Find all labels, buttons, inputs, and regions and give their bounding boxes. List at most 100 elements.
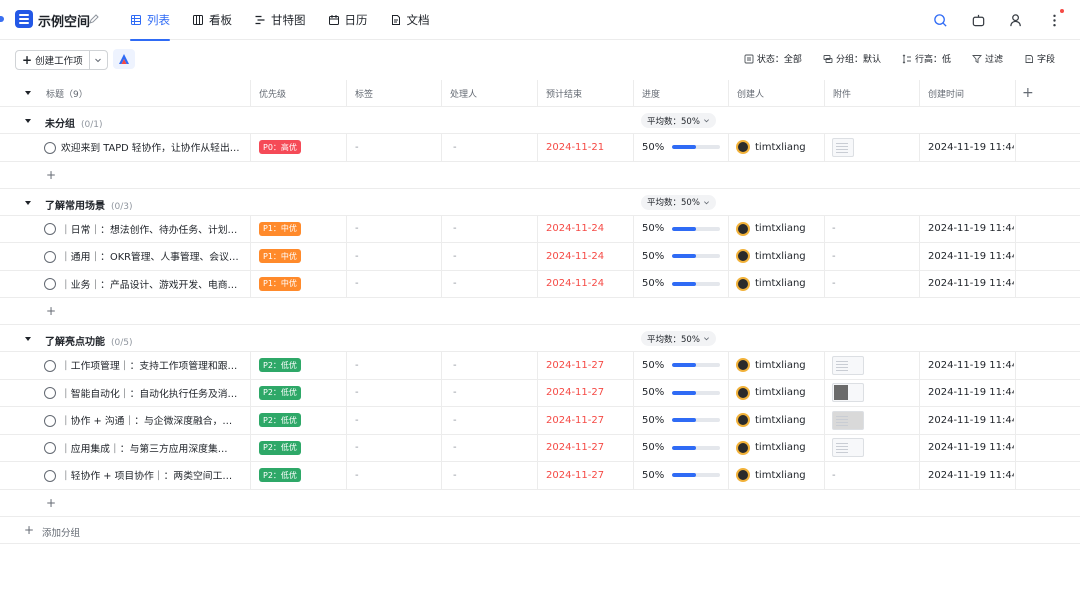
add-item-plus-icon[interactable]: + <box>46 168 56 182</box>
attachments-cell[interactable] <box>832 407 917 434</box>
table-row[interactable]: ｜智能自动化｜：自动化执行任务及消… P2：低优 - - 2024-11-27 50% ti… <box>0 379 1080 407</box>
creator-cell[interactable]: timtxliang <box>736 134 822 161</box>
due-date-cell[interactable]: 2024-11-27 <box>546 462 631 489</box>
progress-cell[interactable]: 50% <box>642 216 726 243</box>
column-assignee-header[interactable]: 处理人 <box>441 80 537 106</box>
attachments-cell[interactable]: - <box>832 216 917 243</box>
due-date-cell[interactable]: 2024-11-27 <box>546 352 631 379</box>
table-row[interactable]: ｜工作项管理｜：支持工作项管理和跟… P2：低优 - - 2024-11-27 50% ti… <box>0 352 1080 380</box>
table-row[interactable]: ｜通用｜：OKR管理、人事管理、会议… P1：中优 - - 2024-11-24 50% t… <box>0 243 1080 271</box>
due-date-cell[interactable]: 2024-11-27 <box>546 435 631 462</box>
add-item-row[interactable]: + <box>0 490 1080 517</box>
title-cell[interactable]: ｜日常｜：想法创作、待办任务、计划… <box>61 216 245 243</box>
attachments-cell[interactable]: - <box>832 462 917 489</box>
group-header[interactable]: 了解常用场景 (0/3) 平均数：50% <box>0 189 1080 216</box>
tags-cell[interactable]: - <box>355 134 435 161</box>
tags-cell[interactable]: - <box>355 352 435 379</box>
title-cell[interactable]: ｜业务｜：产品设计、游戏开发、电商… <box>61 271 245 298</box>
complete-checkbox[interactable] <box>44 223 56 235</box>
tags-cell[interactable]: - <box>355 435 435 462</box>
add-item-plus-icon[interactable]: + <box>46 496 56 510</box>
creator-cell[interactable]: timtxliang <box>736 271 822 298</box>
tab-calendar[interactable]: 日历 <box>320 0 376 40</box>
due-date-cell[interactable]: 2024-11-27 <box>546 380 631 407</box>
attachment-thumbnail[interactable] <box>832 137 854 157</box>
column-created-header[interactable]: 创建时间 <box>919 80 1015 106</box>
column-attachments-header[interactable]: 附件 <box>824 80 919 106</box>
title-cell[interactable]: ｜应用集成｜：与第三方应用深度集… <box>61 435 245 462</box>
table-row[interactable]: ｜轻协作 + 项目协作｜：两类空间工… P2：低优 - - 2024-11-27 50% t… <box>0 462 1080 490</box>
ai-create-button[interactable] <box>113 49 135 69</box>
tags-cell[interactable]: - <box>355 216 435 243</box>
column-title-header[interactable]: 标题（9） <box>37 80 250 106</box>
column-progress-header[interactable]: 进度 <box>633 80 728 106</box>
complete-checkbox[interactable] <box>44 278 56 290</box>
progress-cell[interactable]: 50% <box>642 462 726 489</box>
creator-cell[interactable]: timtxliang <box>736 407 822 434</box>
group-average-chip[interactable]: 平均数：50% <box>641 331 716 346</box>
priority-cell[interactable]: P1：中优 <box>259 243 344 270</box>
add-item-row[interactable]: + <box>0 298 1080 325</box>
table-row[interactable]: 欢迎来到 TAPD 轻协作，让协作从轻出… P0：高优 - - 2024-11-21 50… <box>0 134 1080 162</box>
priority-cell[interactable]: P0：高优 <box>259 134 344 161</box>
tab-docs[interactable]: 文档 <box>382 0 438 40</box>
progress-cell[interactable]: 50% <box>642 134 726 161</box>
attachment-thumbnail[interactable] <box>832 355 864 375</box>
complete-checkbox[interactable] <box>44 414 56 427</box>
creator-cell[interactable]: timtxliang <box>736 216 822 243</box>
attachments-cell[interactable] <box>832 352 917 379</box>
progress-cell[interactable]: 50% <box>642 271 726 298</box>
more-menu-button[interactable] <box>1042 8 1066 32</box>
tab-gantt[interactable]: 甘特图 <box>246 0 314 40</box>
status-filter-button[interactable]: 状态：全部 <box>744 52 802 65</box>
tags-cell[interactable]: - <box>355 380 435 407</box>
progress-cell[interactable]: 50% <box>642 380 726 407</box>
table-row[interactable]: ｜协作 + 沟通｜：与企微深度融合，… P2：低优 - - 2024-11-27 50% t… <box>0 407 1080 435</box>
tags-cell[interactable]: - <box>355 407 435 434</box>
assignee-cell[interactable]: - <box>453 216 533 243</box>
priority-cell[interactable]: P2：低优 <box>259 352 344 379</box>
assignee-cell[interactable]: - <box>453 243 533 270</box>
table-row[interactable]: ｜日常｜：想法创作、待办任务、计划… P1：中优 - - 2024-11-24 50% ti… <box>0 215 1080 243</box>
tags-cell[interactable]: - <box>355 243 435 270</box>
complete-checkbox[interactable] <box>44 141 56 154</box>
title-cell[interactable]: 欢迎来到 TAPD 轻协作，让协作从轻出… <box>61 134 245 161</box>
progress-cell[interactable]: 50% <box>642 243 726 270</box>
tab-board[interactable]: 看板 <box>184 0 240 40</box>
complete-checkbox[interactable] <box>44 469 56 482</box>
assignee-cell[interactable]: - <box>453 462 533 489</box>
attachments-cell[interactable]: - <box>832 243 917 270</box>
creator-cell[interactable]: timtxliang <box>736 462 822 489</box>
progress-cell[interactable]: 50% <box>642 435 726 462</box>
assignee-cell[interactable]: - <box>453 435 533 462</box>
column-tags-header[interactable]: 标签 <box>346 80 441 106</box>
row-height-button[interactable]: 行高：低 <box>902 52 951 65</box>
complete-checkbox[interactable] <box>44 442 56 454</box>
table-row[interactable]: ｜业务｜：产品设计、游戏开发、电商… P1：中优 - - 2024-11-24 50% ti… <box>0 270 1080 298</box>
edit-pencil-icon[interactable] <box>88 13 100 25</box>
due-date-cell[interactable]: 2024-11-21 <box>546 134 631 161</box>
attachment-thumbnail[interactable] <box>832 438 864 458</box>
title-cell[interactable]: ｜工作项管理｜：支持工作项管理和跟… <box>61 352 245 379</box>
tab-list[interactable]: 列表 <box>122 0 178 41</box>
progress-cell[interactable]: 50% <box>642 352 726 379</box>
column-creator-header[interactable]: 创建人 <box>728 80 824 106</box>
filter-button[interactable]: 过滤 <box>971 52 1003 65</box>
due-date-cell[interactable]: 2024-11-24 <box>546 216 631 243</box>
due-date-cell[interactable]: 2024-11-24 <box>546 243 631 270</box>
complete-checkbox[interactable] <box>44 250 56 263</box>
group-collapse-caret-icon[interactable] <box>25 200 31 205</box>
tags-cell[interactable]: - <box>355 462 435 489</box>
priority-cell[interactable]: P2：低优 <box>259 407 344 434</box>
assignee-cell[interactable]: - <box>453 352 533 379</box>
group-collapse-caret-icon[interactable] <box>25 119 31 123</box>
priority-cell[interactable]: P2：低优 <box>259 380 344 407</box>
robot-button[interactable] <box>966 8 990 32</box>
attachments-cell[interactable] <box>832 134 917 161</box>
group-header[interactable]: 了解亮点功能 (0/5) 平均数：50% <box>0 325 1080 352</box>
creator-cell[interactable]: timtxliang <box>736 435 822 462</box>
attachments-cell[interactable]: - <box>832 271 917 298</box>
group-average-chip[interactable]: 平均数：50% <box>641 194 716 210</box>
tags-cell[interactable]: - <box>355 271 435 298</box>
create-item-dropdown[interactable] <box>88 51 107 69</box>
